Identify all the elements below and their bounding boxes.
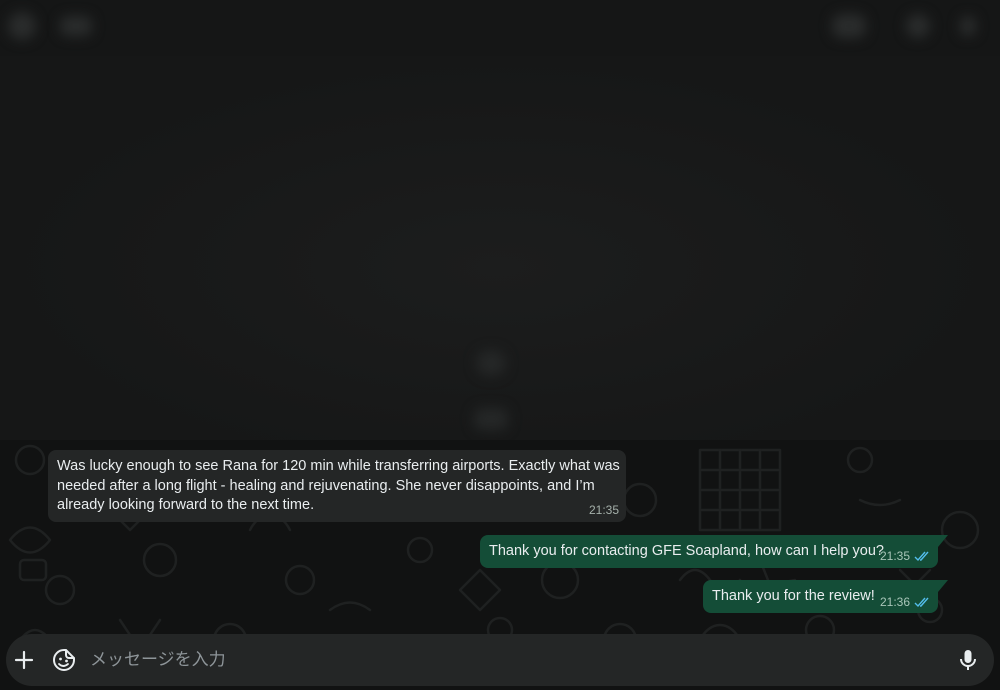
message-time: 21:35 xyxy=(588,503,619,517)
read-receipt-icon xyxy=(914,551,929,562)
blurred-region xyxy=(0,56,1000,440)
message-time: 21:35 xyxy=(880,549,911,563)
bubble-tail xyxy=(938,535,948,547)
bubble-tail xyxy=(938,580,948,592)
avatar-blurred xyxy=(8,12,36,40)
message-composer: メッセージを入力 xyxy=(6,634,994,686)
message-bubble-outgoing[interactable]: Thank you for contacting GFE Soapland, h… xyxy=(480,535,938,568)
search-icon-blurred xyxy=(906,14,930,38)
video-call-icon-blurred xyxy=(832,14,866,38)
message-text: Thank you for contacting GFE Soapland, h… xyxy=(489,543,884,559)
message-input[interactable]: メッセージを入力 xyxy=(90,649,226,671)
message-text-line: Was lucky enough to see Rana for 120 min… xyxy=(57,458,620,474)
sticker-icon[interactable] xyxy=(50,646,78,674)
microphone-icon[interactable] xyxy=(954,646,982,674)
message-bubble-outgoing[interactable]: Thank you for the review! 21:36 xyxy=(703,580,938,613)
message-bubble-incoming[interactable]: Was lucky enough to see Rana for 120 min… xyxy=(48,450,626,522)
contact-name-blurred xyxy=(60,16,92,36)
message-text-line: needed after a long flight - healing and… xyxy=(57,477,595,494)
message-text: Thank you for the review! xyxy=(712,588,875,604)
plus-icon[interactable] xyxy=(10,646,38,674)
chat-window: Was lucky enough to see Rana for 120 min… xyxy=(0,0,1000,690)
chat-header-blurred xyxy=(0,0,1000,56)
menu-icon-blurred xyxy=(960,16,976,36)
message-time: 21:36 xyxy=(880,595,911,609)
blurred-shape xyxy=(474,408,508,430)
message-text-line: already looking forward to the next time… xyxy=(57,497,315,513)
blurred-shape xyxy=(476,350,506,376)
read-receipt-icon xyxy=(914,597,929,608)
